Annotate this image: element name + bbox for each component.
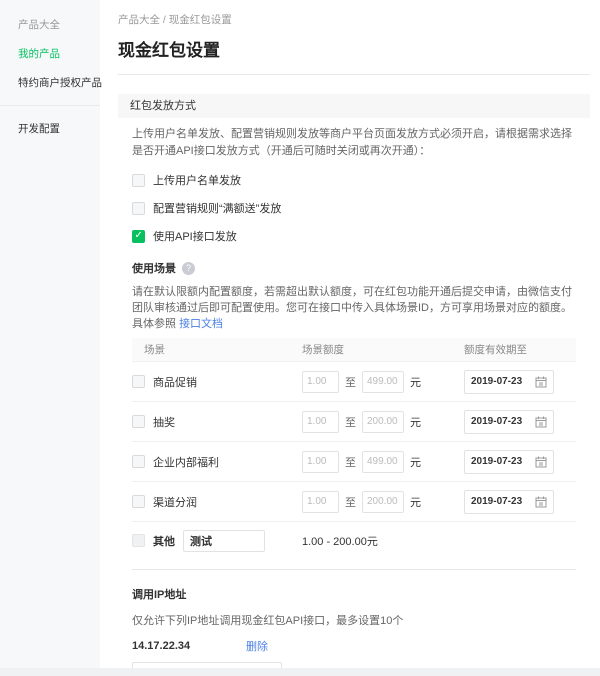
date-picker[interactable]: 2019-07-23	[464, 449, 554, 474]
scene-description: 请在默认限额内配置额度，若需超出默认额度，可在红包功能开通后提交申请，由微信支付…	[132, 284, 576, 332]
checkbox-disabled-icon[interactable]	[132, 534, 145, 547]
min-amount-input[interactable]	[302, 410, 339, 433]
date-value: 2019-07-23	[471, 376, 523, 387]
unit-label: 元	[410, 456, 421, 469]
unit-label: 元	[410, 416, 421, 429]
column-header-scene: 场景	[144, 344, 165, 356]
page: 产品大全 我的产品 特约商户授权产品 开发配置 产品大全 / 现金红包设置 现金…	[0, 0, 600, 676]
ip-entry-row: 14.17.22.34 删除	[132, 638, 576, 654]
max-amount-input[interactable]	[362, 490, 404, 513]
scene-table-header: 场景 场景额度 额度有效期至	[132, 338, 576, 361]
checkbox-unchecked-icon[interactable]	[132, 415, 145, 428]
method-label: 配置营销规则“满额送”发放	[153, 203, 282, 215]
ip-section-title: 调用IP地址	[132, 589, 187, 601]
checkbox-unchecked-icon[interactable]	[132, 455, 145, 468]
unit-label: 元	[410, 496, 421, 509]
panel-header-distribution-method: 红包发放方式	[118, 94, 590, 118]
method-label: 使用API接口发放	[153, 231, 237, 243]
column-header-quota: 场景额度	[302, 344, 344, 356]
title-divider	[118, 74, 590, 75]
api-doc-link[interactable]: 接口文档	[179, 318, 223, 330]
scene-name: 企业内部福利	[153, 456, 219, 469]
section-divider	[132, 569, 576, 570]
date-value: 2019-07-23	[471, 496, 523, 507]
scene-name: 商品促销	[153, 376, 197, 389]
breadcrumb[interactable]: 产品大全 / 现金红包设置	[118, 12, 590, 27]
date-picker[interactable]: 2019-07-23	[464, 489, 554, 514]
checkbox-unchecked-icon[interactable]	[132, 375, 145, 388]
table-row-channel-profit: 渠道分润 至 元 2019-07-23	[132, 481, 576, 521]
red-packet-panel: 红包发放方式 上传用户名单发放、配置营销规则发放等商户平台页面发放方式必须开启，…	[118, 94, 590, 676]
scene-table: 场景 场景额度 额度有效期至 商品促销 至 元	[132, 338, 576, 559]
calendar-icon[interactable]	[535, 376, 547, 388]
sidebar-divider	[0, 105, 100, 106]
calendar-icon[interactable]	[535, 456, 547, 468]
main-content: 产品大全 / 现金红包设置 现金红包设置 红包发放方式 上传用户名单发放、配置营…	[100, 0, 600, 676]
max-amount-input[interactable]	[362, 370, 404, 393]
distribution-intro-text: 上传用户名单发放、配置营销规则发放等商户平台页面发放方式必须开启，请根据需求选择…	[132, 128, 572, 157]
sidebar-item-my-products[interactable]: 我的产品	[0, 39, 100, 68]
checkbox-unchecked-icon[interactable]	[132, 495, 145, 508]
checkbox-unchecked-icon[interactable]	[132, 201, 145, 215]
max-amount-input[interactable]	[362, 450, 404, 473]
table-row-employee-benefits: 企业内部福利 至 元 2019-07-23	[132, 441, 576, 481]
table-row-product-promotion: 商品促销 至 元 2019-07-23	[132, 361, 576, 401]
calendar-icon[interactable]	[535, 496, 547, 508]
sidebar-item-product-catalog[interactable]: 产品大全	[0, 10, 100, 39]
page-title: 现金红包设置	[118, 41, 220, 60]
sidebar-item-dev-config[interactable]: 开发配置	[0, 114, 100, 143]
scene-name: 抽奖	[153, 416, 175, 429]
column-header-valid-until: 额度有效期至	[464, 344, 527, 356]
scene-name: 渠道分润	[153, 496, 197, 509]
help-icon[interactable]: ?	[182, 261, 195, 275]
table-row-other: 其他 1.00 - 200.00元	[132, 521, 576, 559]
date-picker[interactable]: 2019-07-23	[464, 409, 554, 434]
method-api[interactable]: 使用API接口发放	[132, 228, 576, 244]
scene-name: 其他	[153, 535, 175, 548]
method-upload-user-list[interactable]: 上传用户名单发放	[132, 172, 576, 188]
unit-label: 元	[410, 376, 421, 389]
min-amount-input[interactable]	[302, 450, 339, 473]
method-marketing-rule[interactable]: 配置营销规则“满额送”发放	[132, 200, 576, 216]
min-amount-input[interactable]	[302, 370, 339, 393]
other-scene-input[interactable]	[183, 529, 265, 552]
to-label: 至	[345, 376, 356, 389]
method-label: 上传用户名单发放	[153, 175, 241, 187]
sidebar-item-authorized-products[interactable]: 特约商户授权产品	[0, 68, 102, 97]
date-value: 2019-07-23	[471, 456, 523, 467]
quota-range-text: 1.00 - 200.00元	[302, 535, 378, 548]
checkbox-unchecked-icon[interactable]	[132, 173, 145, 187]
table-row-lottery: 抽奖 至 元 2019-07-23	[132, 401, 576, 441]
date-picker[interactable]: 2019-07-23	[464, 369, 554, 394]
to-label: 至	[345, 416, 356, 429]
ip-section-description: 仅允许下列IP地址调用现金红包API接口，最多设置10个	[132, 615, 404, 627]
calendar-icon[interactable]	[535, 416, 547, 428]
to-label: 至	[345, 456, 356, 469]
scene-section-title: 使用场景	[132, 263, 176, 275]
delete-ip-link[interactable]: 删除	[246, 638, 268, 654]
max-amount-input[interactable]	[362, 410, 404, 433]
ip-address: 14.17.22.34	[132, 640, 191, 652]
to-label: 至	[345, 496, 356, 509]
sidebar: 产品大全 我的产品 特约商户授权产品 开发配置	[0, 0, 102, 668]
checkbox-checked-icon[interactable]	[132, 229, 145, 243]
date-value: 2019-07-23	[471, 416, 523, 427]
min-amount-input[interactable]	[302, 490, 339, 513]
bottom-strip	[0, 668, 600, 676]
